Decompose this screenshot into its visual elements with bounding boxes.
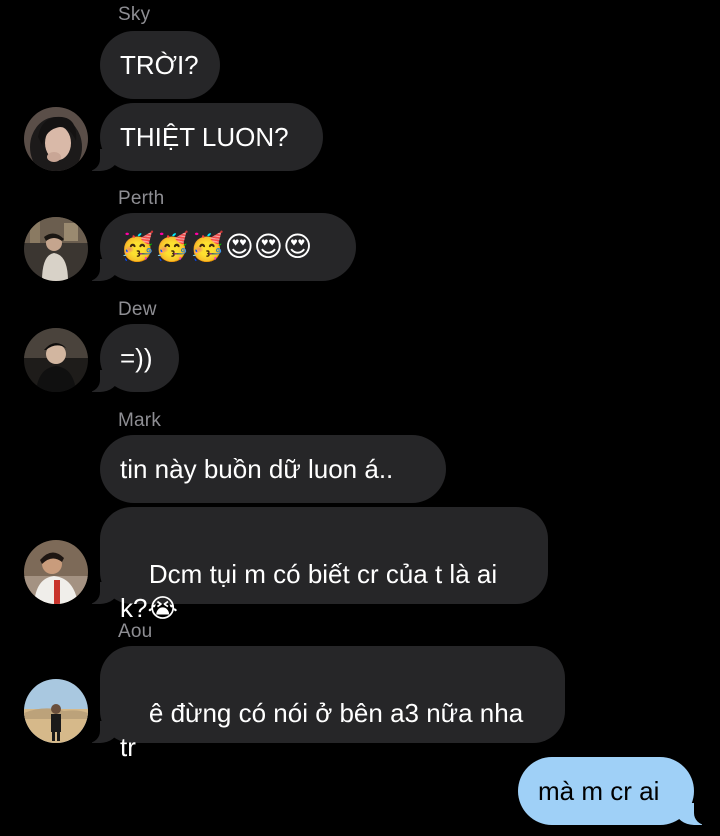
message-text: mà m cr ai	[538, 776, 660, 806]
avatar-mark[interactable]	[24, 540, 88, 604]
message-text: ê đừng có nói ở bên a3 nữa nha tr	[120, 698, 524, 762]
message-bubble[interactable]: 🥳🥳🥳😍😍😍	[86, 213, 356, 281]
avatar-sky[interactable]	[24, 107, 88, 171]
avatar-perth[interactable]	[24, 217, 88, 281]
message-text: TRỜI?	[120, 50, 199, 80]
message-text: Dcm tụi m có biết cr của t là ai k?😭	[120, 559, 498, 623]
message-text: =))	[120, 343, 153, 373]
sender-name-mark: Mark	[118, 410, 162, 431]
message-text: tin này buồn dữ luon á..	[120, 454, 394, 484]
sender-name-sky: Sky	[118, 4, 151, 25]
sender-name-aou: Aou	[118, 621, 153, 642]
sender-name-dew: Dew	[118, 299, 157, 320]
message-bubble[interactable]: THIỆT LUON?	[86, 103, 323, 171]
chat-thread: Sky TRỜI? THIỆT LUON? Perth 🥳🥳🥳😍😍😍 Dew =…	[0, 0, 720, 836]
message-text: THIỆT LUON?	[120, 122, 289, 152]
message-text: 🥳🥳🥳😍😍😍	[120, 231, 313, 262]
avatar-aou[interactable]	[24, 679, 88, 743]
my-message-bubble[interactable]: mà m cr ai	[518, 757, 708, 825]
message-bubble[interactable]: ê đừng có nói ở bên a3 nữa nha tr	[86, 646, 565, 762]
sender-name-perth: Perth	[118, 188, 165, 209]
message-bubble[interactable]: tin này buồn dữ luon á..	[100, 435, 446, 503]
message-bubble[interactable]: Dcm tụi m có biết cr của t là ai k?😭	[86, 507, 548, 623]
message-bubble[interactable]: TRỜI?	[100, 31, 220, 99]
message-bubble[interactable]: =))	[86, 324, 179, 392]
avatar-dew[interactable]	[24, 328, 88, 392]
